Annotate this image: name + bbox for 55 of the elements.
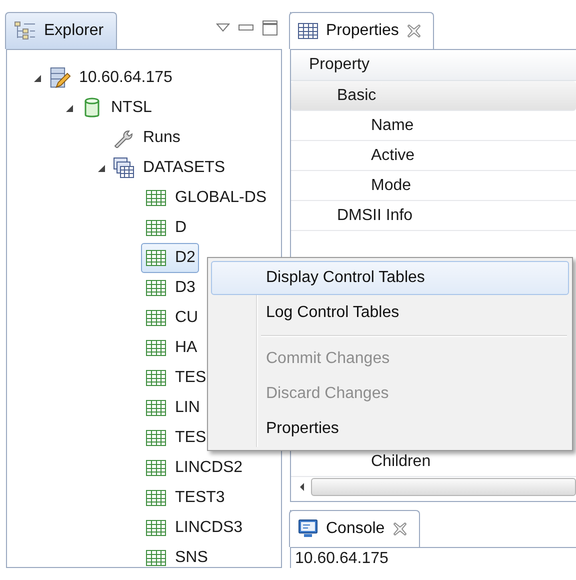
table-icon [146,370,166,386]
menu-item[interactable]: Log Control Tables [211,296,569,330]
property-row[interactable]: Name [291,111,576,141]
wrench-icon [113,128,135,148]
table-icon [146,340,166,356]
tree-item[interactable]: NTSL [77,93,156,123]
view-tab[interactable]: Explorer [5,12,117,49]
tree-item[interactable]: TES [141,423,210,453]
scrollbar-thumb[interactable] [311,478,576,496]
tree-item[interactable]: D [141,213,191,243]
table-icon [146,250,166,266]
menu-item[interactable]: Display Control Tables [211,261,569,295]
minimize-icon[interactable] [238,24,254,32]
close-icon[interactable] [392,522,407,536]
tree-item[interactable]: TES [141,363,210,393]
view-tab[interactable]: Console [289,510,420,547]
view-menu-icon[interactable] [216,23,230,33]
tree-item[interactable]: D3 [141,273,200,303]
table-icon [146,460,166,476]
tree-item[interactable]: GLOBAL-DS [141,183,271,213]
monitor-icon [298,519,318,539]
tree-item[interactable]: TEST3 [141,483,229,513]
console-text: 10.60.64.175 [294,549,390,568]
tree-item[interactable]: D2 [141,243,200,273]
table-icon [146,430,166,446]
tree-item[interactable]: LINCDS2 [141,453,247,483]
tree-icon [14,21,36,41]
table-icon [146,520,166,536]
tree-item[interactable]: LIN [141,393,204,423]
tree-item[interactable]: 10.60.64.175 [45,63,176,93]
close-icon[interactable] [406,24,421,38]
table-icon [146,220,166,236]
table-icon [146,400,166,416]
tree-item[interactable]: DATASETS [109,153,230,183]
property-row[interactable]: DMSII Info [291,201,576,231]
maximize-icon[interactable] [262,20,278,36]
tree-item[interactable]: LINCDS3 [141,513,247,543]
table-icon [146,280,166,296]
table-icon [146,550,166,566]
table-icon [298,23,318,39]
property-row[interactable]: Basic [291,81,576,111]
table-icon [146,190,166,206]
tree-item[interactable]: SNS [141,543,212,567]
tree-item[interactable]: Runs [109,123,184,153]
table-icon [146,490,166,506]
stacked-tables-icon [113,157,135,179]
view-tab[interactable]: Properties [289,12,434,49]
tree-item[interactable]: HA [141,333,202,363]
database-icon [84,97,100,119]
tree-item[interactable]: CU [141,303,202,333]
property-row[interactable]: Active [291,141,576,171]
server-pencil-icon [49,66,71,90]
table-icon [146,310,166,326]
menu-item[interactable]: Properties [211,412,569,446]
property-row[interactable]: Mode [291,171,576,201]
